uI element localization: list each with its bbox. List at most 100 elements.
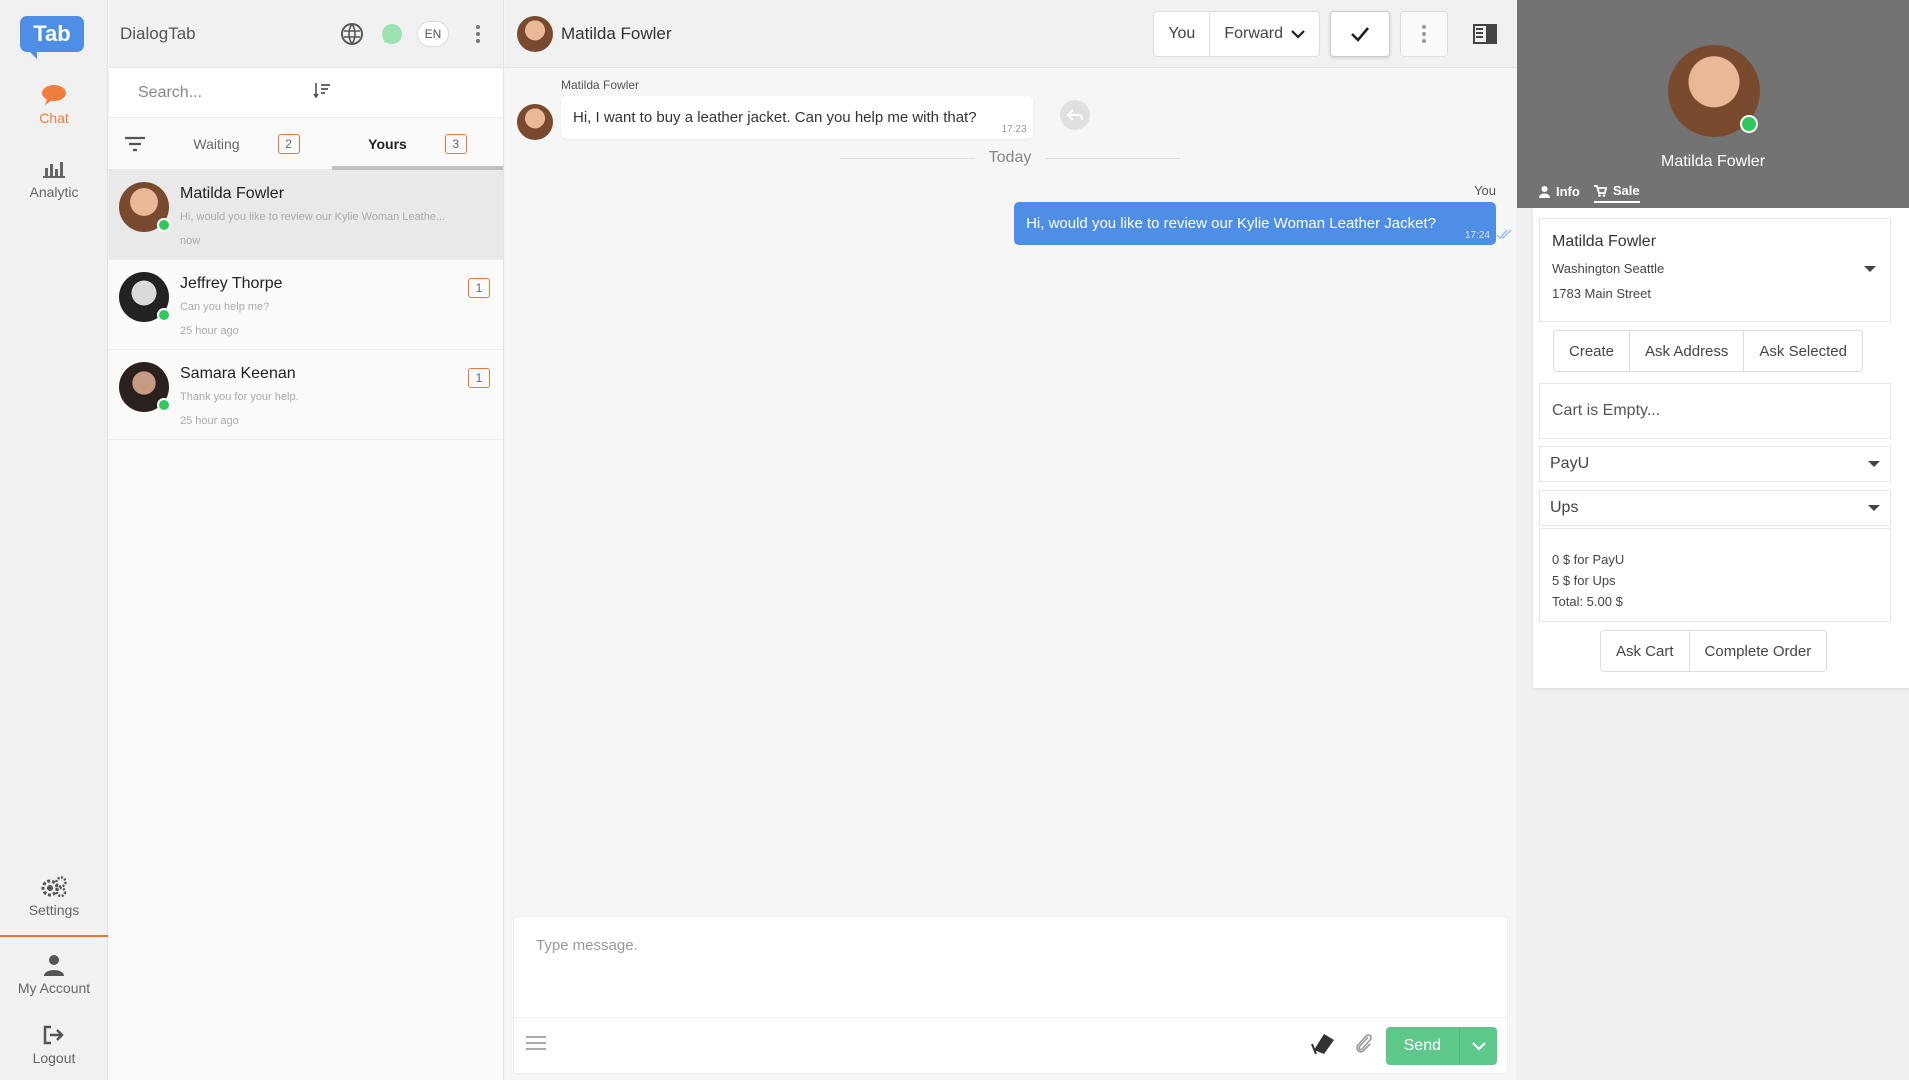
user-icon: [43, 954, 65, 976]
order-summary: 0 $ for PayU 5 $ for Ups Total: 5.00 $: [1539, 528, 1891, 622]
incoming-time: 17:23: [1001, 124, 1027, 135]
conversation-item-matilda[interactable]: Matilda Fowler Hi, would you like to rev…: [109, 170, 503, 260]
message-time: 25 hour ago: [180, 415, 239, 427]
tab-waiting-count: 2: [277, 133, 300, 154]
search-input[interactable]: Search...: [138, 84, 313, 102]
forward-button[interactable]: Forward: [1210, 12, 1319, 56]
conversation-item-samara[interactable]: Samara Keenan Thank you for your help. 2…: [109, 350, 503, 440]
contact-name: Samara Keenan: [180, 365, 296, 382]
rail-divider: [0, 935, 108, 937]
resolve-button[interactable]: [1330, 11, 1390, 57]
gears-icon: [40, 876, 68, 898]
outgoing-time: 17:24: [1464, 230, 1490, 241]
tab-yours-label: Yours: [368, 135, 407, 152]
filter-icon[interactable]: [109, 136, 161, 152]
menu-icon[interactable]: [524, 1034, 548, 1057]
incoming-message: Matilda Fowler Hi, I want to buy a leath…: [517, 78, 1033, 140]
outgoing-bubble[interactable]: Hi, would you like to review our Kylie W…: [1014, 202, 1496, 245]
create-button[interactable]: Create: [1554, 331, 1631, 371]
address-select[interactable]: Matilda Fowler Washington Seattle 1783 M…: [1539, 218, 1891, 322]
ask-cart-button[interactable]: Ask Cart: [1601, 631, 1690, 671]
nav-label-chat: Chat: [39, 110, 69, 126]
eraser-icon[interactable]: [1306, 1030, 1336, 1061]
message-time: now: [180, 235, 201, 247]
message-preview: Can you help me?: [180, 301, 270, 313]
payment-select[interactable]: PayU: [1539, 446, 1891, 482]
tab-waiting[interactable]: Waiting 2: [161, 118, 332, 170]
reply-icon[interactable]: [1060, 100, 1090, 130]
assign-forward-group: You Forward: [1153, 11, 1320, 57]
conversation-tabs: Waiting 2 Yours 3: [109, 118, 503, 171]
more-vertical-icon[interactable]: [463, 19, 493, 49]
tab-sale-label: Sale: [1612, 183, 1640, 198]
tab-yours[interactable]: Yours 3: [332, 118, 503, 171]
send-button[interactable]: Send: [1386, 1027, 1459, 1065]
assign-you-button[interactable]: You: [1154, 12, 1211, 56]
nav-item-chat[interactable]: Chat: [0, 68, 108, 142]
nav-item-settings[interactable]: Settings: [0, 860, 108, 934]
nav-item-logout[interactable]: Logout: [0, 1008, 108, 1080]
contact-name: Jeffrey Thorpe: [180, 275, 283, 292]
contact-avatar[interactable]: [517, 15, 553, 52]
ask-selected-button[interactable]: Ask Selected: [1744, 331, 1862, 371]
outgoing-sender: You: [1474, 183, 1496, 198]
logout-icon: [43, 1024, 65, 1046]
message-list: Matilda Fowler Hi, I want to buy a leath…: [505, 68, 1516, 913]
contact-name: Matilda Fowler: [180, 185, 285, 202]
incoming-text: Hi, I want to buy a leather jacket. Can …: [573, 109, 977, 126]
tab-info[interactable]: Info: [1539, 183, 1580, 203]
checkmark-icon: [1351, 27, 1369, 42]
caret-down-icon: [1868, 461, 1880, 467]
address-city: Washington Seattle: [1552, 261, 1665, 276]
chevron-down-icon: [1471, 1041, 1486, 1051]
tab-sale[interactable]: Sale: [1593, 183, 1640, 203]
nav-item-analytic[interactable]: Analytic: [0, 142, 108, 216]
attachment-icon[interactable]: [1354, 1031, 1374, 1060]
sale-card: Matilda Fowler Washington Seattle 1783 M…: [1533, 208, 1909, 688]
tab-info-label: Info: [1556, 184, 1580, 199]
language-selector[interactable]: EN: [417, 20, 449, 47]
complete-order-button[interactable]: Complete Order: [1690, 631, 1827, 671]
whatsapp-badge-icon: [157, 398, 171, 412]
shipping-select[interactable]: Ups: [1539, 490, 1891, 526]
avatar: [119, 182, 171, 232]
chat-area: Matilda Fowler You Forward Matilda Fowle…: [505, 0, 1516, 1080]
whatsapp-badge-icon: [1740, 115, 1758, 133]
nav-label-settings: Settings: [28, 902, 80, 918]
search-bar[interactable]: Search...: [109, 68, 503, 118]
address-street: 1783 Main Street: [1552, 286, 1652, 301]
summary-shipping-line: 5 $ for Ups: [1552, 573, 1616, 588]
bar-chart-icon: [43, 158, 65, 180]
day-divider-label: Today: [988, 149, 1032, 166]
avatar: [119, 362, 171, 412]
message-input[interactable]: Type message.: [536, 937, 638, 954]
toggle-panel-button[interactable]: [1462, 11, 1508, 57]
nav-item-my-account[interactable]: My Account: [0, 938, 108, 1012]
incoming-bubble[interactable]: Hi, I want to buy a leather jacket. Can …: [561, 96, 1033, 139]
list-header: DialogTab EN: [109, 0, 503, 68]
brand-name: DialogTab: [120, 23, 196, 43]
avatar: [119, 272, 171, 322]
send-options-button[interactable]: [1459, 1026, 1497, 1065]
address-actions: Create Ask Address Ask Selected: [1553, 330, 1863, 372]
contact-panel: Matilda Fowler Info Sale Matilda Fowler …: [1517, 0, 1909, 1080]
more-vertical-icon: [1422, 25, 1426, 43]
app-logo[interactable]: Tab: [20, 16, 84, 59]
cart-box[interactable]: Cart is Empty...: [1539, 383, 1891, 439]
message-preview: Thank you for your help.: [180, 391, 299, 403]
chat-header: Matilda Fowler You Forward: [505, 0, 1516, 68]
cart-icon: [1593, 184, 1607, 197]
user-icon: [1539, 185, 1550, 198]
unread-badge: 1: [468, 278, 490, 298]
whatsapp-icon[interactable]: [377, 19, 407, 49]
sidebar-toggle-icon: [1473, 24, 1497, 44]
payment-value: PayU: [1550, 455, 1590, 472]
day-divider: Today: [840, 148, 1181, 168]
ask-address-button[interactable]: Ask Address: [1630, 331, 1745, 371]
globe-icon[interactable]: [337, 19, 367, 49]
chat-more-button[interactable]: [1400, 11, 1448, 57]
sort-icon[interactable]: [312, 81, 488, 104]
sender-name: Matilda Fowler: [561, 78, 640, 92]
conversation-item-jeffrey[interactable]: Jeffrey Thorpe Can you help me? 25 hour …: [109, 260, 503, 350]
whatsapp-badge-icon: [157, 218, 171, 232]
